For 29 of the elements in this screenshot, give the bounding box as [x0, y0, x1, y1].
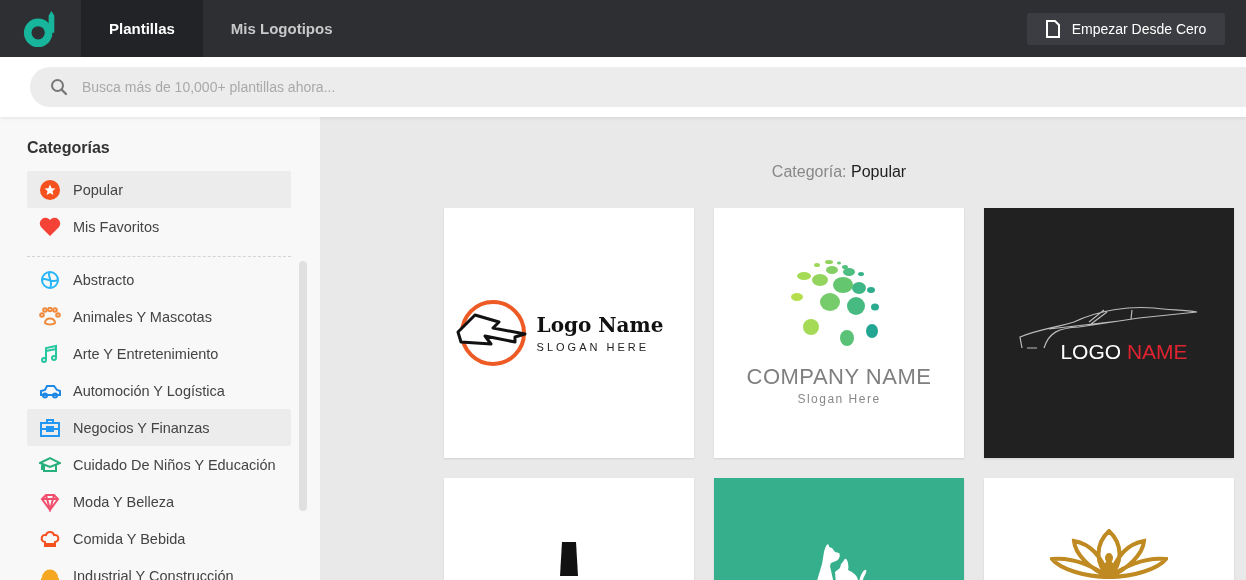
category-heading: Categoría: Popular	[770, 163, 908, 181]
category-item[interactable]: Animales Y Mascotas	[27, 298, 291, 335]
search-icon	[50, 78, 68, 96]
category-item[interactable]: Negocios Y Finanzas	[27, 409, 291, 446]
document-icon	[1045, 19, 1060, 38]
sidebar-title: Categorías	[27, 139, 111, 157]
category-item[interactable]: Abstracto	[27, 261, 291, 298]
category-item[interactable]: Mis Favoritos	[27, 208, 291, 245]
category-item[interactable]: Moda Y Belleza	[27, 483, 291, 520]
category-item[interactable]: Automoción Y Logística	[27, 372, 291, 409]
logo-template-card[interactable]: LOGO NAME	[984, 208, 1234, 458]
logo-template-card[interactable]: Logo Name SLOGAN HERE	[444, 208, 694, 458]
category-item[interactable]: Industrial Y Construcción	[27, 557, 291, 580]
company-name-text: COMPANY NAME	[746, 364, 932, 390]
logo-name-text: Logo Name	[536, 313, 664, 337]
bottle-drawing	[559, 542, 579, 576]
category-item[interactable]: Popular	[27, 171, 291, 208]
slogan-text: SLOGAN HERE	[536, 341, 651, 353]
category-item[interactable]: Comida Y Bebida	[27, 520, 291, 557]
search-field[interactable]: Busca más de 10,000+ plantillas ahora...	[30, 67, 1246, 107]
start-blank-button[interactable]: Empezar Desde Cero	[1027, 12, 1225, 45]
scrollbar[interactable]	[299, 261, 307, 511]
nav-tab[interactable]: Mis Logotipos	[202, 0, 361, 57]
logo-name-text: LOGO NAME	[1060, 340, 1188, 364]
category-item[interactable]: Arte Y Entretenimiento	[27, 335, 291, 372]
logo-template-card[interactable]: COMPANY NAME Slogan Here	[714, 208, 964, 458]
nav-tab[interactable]: Plantillas	[81, 0, 203, 57]
category-item[interactable]: Cuidado De Niños Y Educación	[27, 446, 291, 483]
slogan-text: Slogan Here	[797, 392, 881, 406]
